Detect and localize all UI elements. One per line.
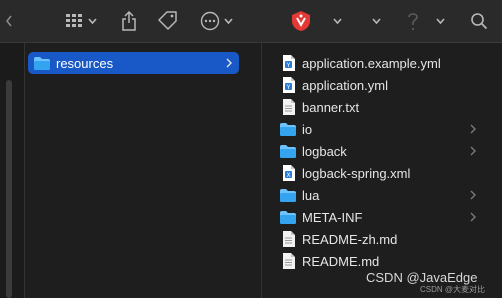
file-name: banner.txt <box>302 99 360 115</box>
folder-icon <box>34 56 50 70</box>
search-icon <box>471 13 488 30</box>
column-pane-1[interactable] <box>25 43 261 298</box>
text-file-icon <box>280 253 296 269</box>
help-button[interactable] <box>406 9 420 33</box>
file-name: application.example.yml <box>302 55 441 71</box>
search-button[interactable] <box>470 9 488 33</box>
file-list-item[interactable]: logback <box>280 140 480 162</box>
share-icon <box>122 11 136 31</box>
dropdown-button[interactable] <box>436 9 445 33</box>
file-name: README-zh.md <box>302 231 398 247</box>
chevron-down-icon <box>436 18 445 24</box>
file-list-item[interactable]: Xlogback-spring.xml <box>280 162 480 184</box>
file-list-item[interactable]: lua <box>280 184 480 206</box>
file-name: META-INF <box>302 209 363 225</box>
folder-icon <box>280 188 296 202</box>
file-name: README.md <box>302 253 380 269</box>
file-name: application.yml <box>302 77 388 93</box>
svg-text:X: X <box>286 172 290 179</box>
chevron-right-icon <box>470 146 476 156</box>
app-shield-button[interactable] <box>290 9 312 33</box>
file-name: logback-spring.xml <box>302 165 411 181</box>
tag-icon <box>158 11 177 30</box>
file-list-item[interactable]: Yapplication.yml <box>280 74 480 96</box>
yml-file-icon: Y <box>280 55 296 71</box>
share-button[interactable] <box>121 9 137 33</box>
finder-toolbar <box>0 0 502 43</box>
watermark: CSDN @JavaEdge <box>366 270 478 285</box>
text-file-icon <box>280 99 296 115</box>
svg-text:Y: Y <box>285 84 290 91</box>
chevron-left-icon <box>6 15 12 27</box>
file-name: logback <box>302 143 347 159</box>
more-actions-icon <box>200 11 220 31</box>
file-list-item[interactable]: README.md <box>280 250 480 272</box>
yml-file-icon: Y <box>280 77 296 93</box>
file-name: lua <box>302 187 320 203</box>
back-button[interactable] <box>6 9 12 33</box>
chevron-down-icon <box>224 18 233 24</box>
view-options-button[interactable] <box>66 9 97 33</box>
chevron-down-icon <box>372 18 381 24</box>
dropdown-button[interactable] <box>372 9 381 33</box>
chevron-down-icon <box>333 18 342 24</box>
chevron-right-icon <box>470 124 476 134</box>
file-list-item[interactable]: Yapplication.example.yml <box>280 52 480 74</box>
tag-button[interactable] <box>157 9 179 33</box>
file-list-item[interactable]: banner.txt <box>280 96 480 118</box>
svg-text:Y: Y <box>285 62 290 69</box>
chevron-right-icon <box>470 190 476 200</box>
help-icon <box>408 13 418 31</box>
text-file-icon <box>280 231 296 247</box>
watermark-small: CSDN @大麦对比 <box>420 285 486 294</box>
xml-file-icon: X <box>280 165 296 181</box>
folder-name: resources <box>56 55 114 71</box>
scrollbar[interactable] <box>6 80 12 298</box>
grid-view-icon <box>66 14 82 27</box>
folder-icon <box>280 122 296 136</box>
more-actions-button[interactable] <box>200 9 233 33</box>
chevron-down-icon <box>88 18 97 24</box>
file-list-item[interactable]: META-INF <box>280 206 480 228</box>
chevron-right-icon <box>226 58 232 68</box>
column-pane-0[interactable] <box>0 43 24 298</box>
file-list-item[interactable]: io <box>280 118 480 140</box>
app-shield-icon <box>292 11 310 31</box>
chevron-right-icon <box>470 212 476 222</box>
selected-folder-row[interactable]: resources <box>28 52 239 74</box>
file-list-item[interactable]: README-zh.md <box>280 228 480 250</box>
folder-icon <box>280 144 296 158</box>
dropdown-button[interactable] <box>333 9 342 33</box>
file-name: io <box>302 121 313 137</box>
folder-icon <box>280 210 296 224</box>
